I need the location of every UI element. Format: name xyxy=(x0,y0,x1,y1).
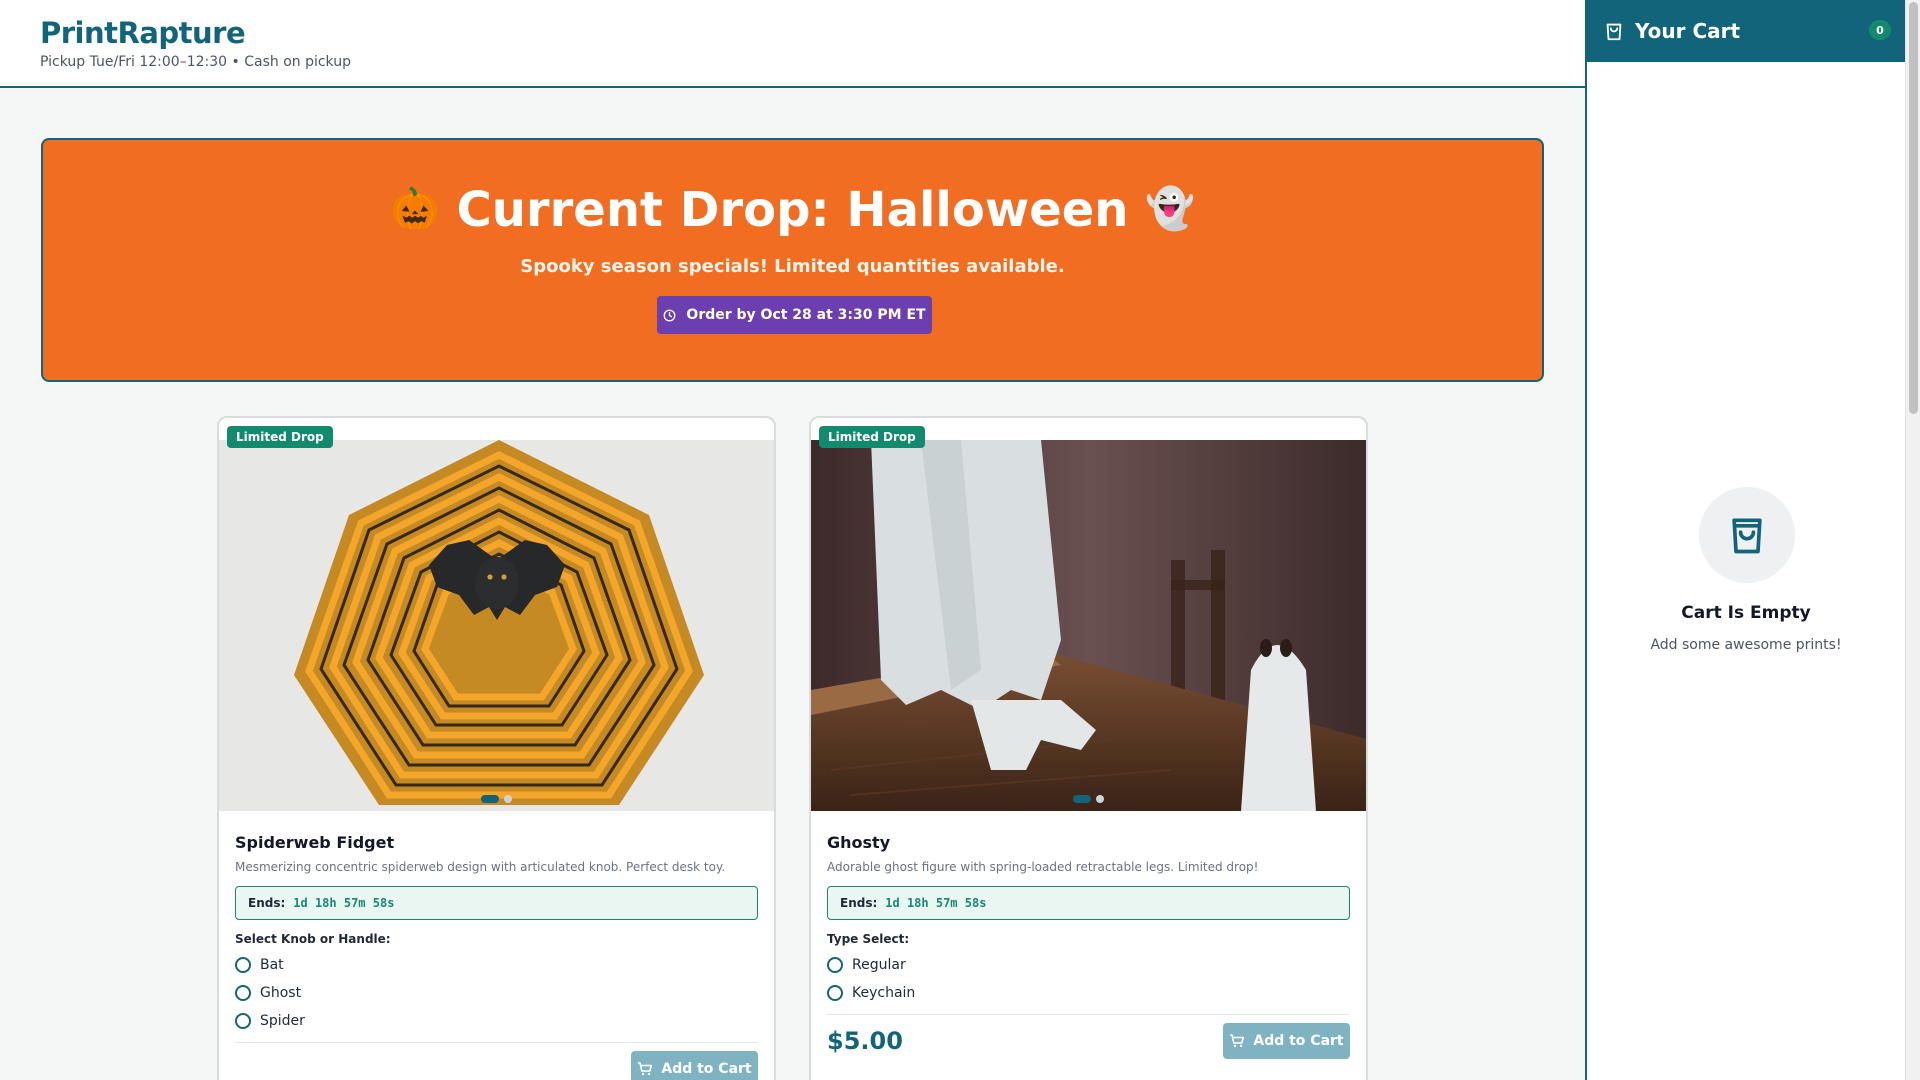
pumpkin-icon: 🎃 xyxy=(389,186,440,232)
limited-drop-badge: Limited Drop xyxy=(227,426,333,448)
ghosty-image xyxy=(811,440,1366,811)
divider xyxy=(235,1042,758,1043)
option-regular[interactable]: Regular xyxy=(827,956,1350,974)
product-description: Mesmerizing concentric spiderweb design … xyxy=(235,860,726,874)
purchase-row: Add to Cart xyxy=(235,1051,758,1080)
radio-button[interactable] xyxy=(235,957,251,973)
clock-icon xyxy=(663,309,676,321)
option-label: Bat xyxy=(260,957,284,973)
countdown-value: 1d 18h 57m 58s xyxy=(293,896,395,910)
carousel-dot-2[interactable] xyxy=(1096,795,1104,803)
option-group-label: Select Knob or Handle: xyxy=(235,932,391,946)
banner-subtitle: Spooky season specials! Limited quantiti… xyxy=(520,256,1065,277)
cart-icon xyxy=(638,1062,653,1076)
site-header: PrintRapture Pickup Tue/Fri 12:00–12:30 … xyxy=(0,0,1585,88)
product-details: Ghosty Adorable ghost figure with spring… xyxy=(827,833,1350,1059)
cart-icon xyxy=(1230,1034,1245,1048)
radio-button[interactable] xyxy=(827,985,843,1001)
empty-cart-illustration xyxy=(1699,487,1795,583)
countdown-timer: Ends: 1d 18h 57m 58s xyxy=(827,886,1350,920)
cart-sidebar: Your Cart 0 Cart Is Empty Add some aweso… xyxy=(1585,0,1905,1080)
countdown-value: 1d 18h 57m 58s xyxy=(885,896,987,910)
purchase-row: $5.00 Add to Cart xyxy=(827,1023,1350,1059)
product-details: Spiderweb Fidget Mesmerizing concentric … xyxy=(235,833,758,1080)
countdown-timer: Ends: 1d 18h 57m 58s xyxy=(235,886,758,920)
cart-title: Your Cart xyxy=(1635,19,1741,43)
limited-drop-badge: Limited Drop xyxy=(819,426,925,448)
order-deadline-label: Order by Oct 28 at 3:30 PM ET xyxy=(686,307,926,323)
carousel-dot-1[interactable] xyxy=(481,795,499,803)
option-label: Keychain xyxy=(852,985,916,1001)
carousel-indicators xyxy=(811,795,1366,803)
banner-title: 🎃 Current Drop: Halloween 👻 xyxy=(43,182,1542,238)
option-keychain[interactable]: Keychain xyxy=(827,984,1350,1002)
add-to-cart-label: Add to Cart xyxy=(1253,1033,1344,1049)
product-description: Adorable ghost figure with spring-loaded… xyxy=(827,860,1259,874)
carousel-dot-1[interactable] xyxy=(1073,795,1091,803)
carousel-dot-2[interactable] xyxy=(504,795,512,803)
main-content: 🎃 Current Drop: Halloween 👻 Spooky seaso… xyxy=(0,88,1585,1080)
product-card-spiderweb: Limited Drop Spiderweb Fidget Mesmerizin… xyxy=(217,416,776,1080)
option-bat[interactable]: Bat xyxy=(235,956,758,974)
brand-logo[interactable]: PrintRapture xyxy=(40,16,246,50)
product-title: Ghosty xyxy=(827,833,891,852)
countdown-label: Ends: xyxy=(248,896,286,910)
empty-cart-message: Add some awesome prints! xyxy=(1650,637,1842,653)
ghost-icon: 👻 xyxy=(1145,186,1195,232)
drop-banner: 🎃 Current Drop: Halloween 👻 Spooky seaso… xyxy=(41,138,1544,382)
product-title: Spiderweb Fidget xyxy=(235,833,395,852)
add-to-cart-button[interactable]: Add to Cart xyxy=(1223,1023,1350,1059)
empty-cart-title: Cart Is Empty xyxy=(1681,603,1811,623)
option-ghost[interactable]: Ghost xyxy=(235,984,758,1002)
option-group-label: Type Select: xyxy=(827,932,910,946)
option-label: Ghost xyxy=(260,985,302,1001)
carousel-indicators xyxy=(219,795,774,803)
cart-count-badge: 0 xyxy=(1869,20,1891,40)
option-label: Regular xyxy=(852,957,906,973)
add-to-cart-label: Add to Cart xyxy=(661,1061,752,1077)
product-image-carousel[interactable] xyxy=(811,440,1366,811)
countdown-label: Ends: xyxy=(840,896,878,910)
spiderweb-fidget-image xyxy=(219,440,774,811)
radio-button[interactable] xyxy=(235,985,251,1001)
cart-header: Your Cart 0 xyxy=(1587,0,1905,62)
product-card-ghosty: Limited Drop Ghosty Adorable ghost figur… xyxy=(809,416,1368,1080)
shopping-bag-icon xyxy=(1606,23,1622,41)
banner-title-text: Current Drop: Halloween xyxy=(456,182,1129,238)
order-deadline-button[interactable]: Order by Oct 28 at 3:30 PM ET xyxy=(657,296,932,334)
scrollbar-thumb[interactable] xyxy=(1909,2,1918,414)
shopping-bag-icon xyxy=(1732,518,1762,554)
option-label: Spider xyxy=(260,1013,305,1029)
product-price: $5.00 xyxy=(827,1027,903,1055)
radio-button[interactable] xyxy=(827,957,843,973)
divider xyxy=(827,1014,1350,1015)
page-scrollbar[interactable] xyxy=(1905,0,1920,1080)
add-to-cart-button[interactable]: Add to Cart xyxy=(631,1051,758,1080)
option-spider[interactable]: Spider xyxy=(235,1012,758,1030)
pickup-info: Pickup Tue/Fri 12:00–12:30 • Cash on pic… xyxy=(40,54,351,70)
radio-button[interactable] xyxy=(235,1013,251,1029)
product-image-carousel[interactable] xyxy=(219,440,774,811)
